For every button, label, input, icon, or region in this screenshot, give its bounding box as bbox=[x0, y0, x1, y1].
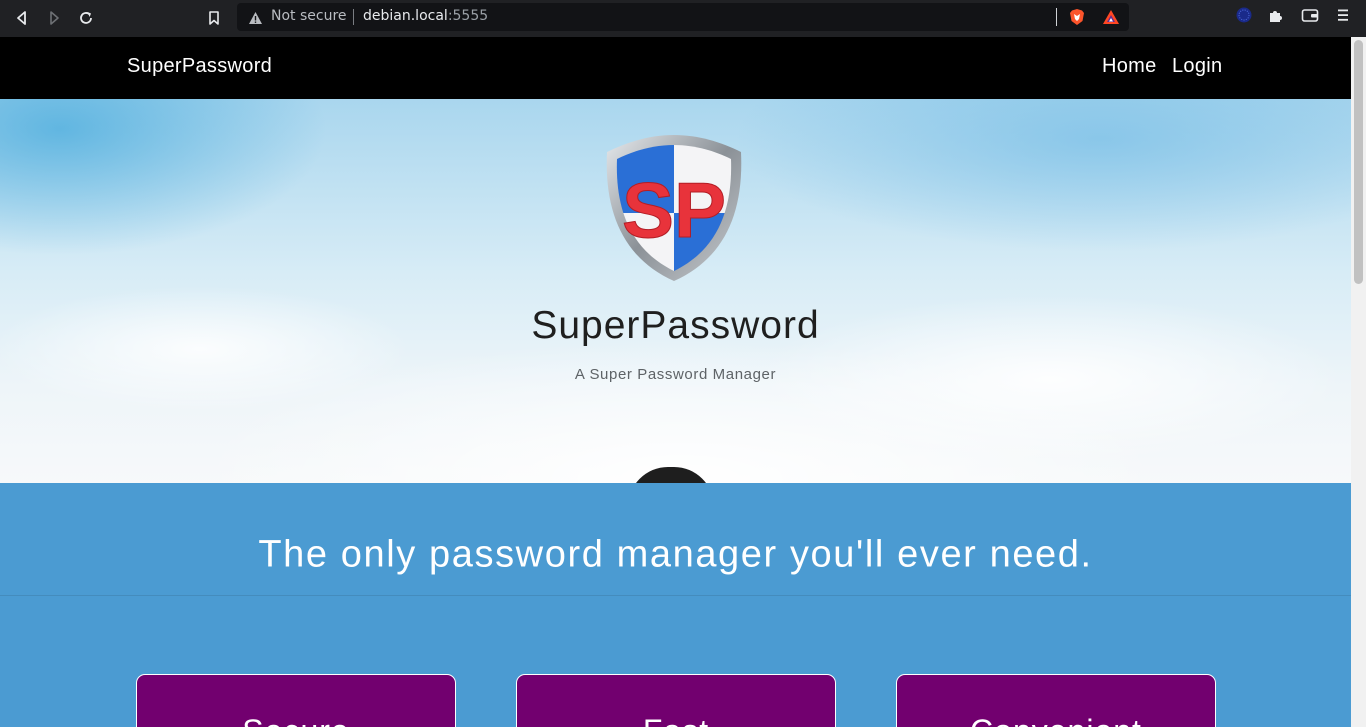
divider bbox=[353, 9, 354, 25]
bookmark-icon[interactable] bbox=[201, 6, 227, 30]
divider bbox=[1056, 8, 1057, 26]
warning-icon[interactable] bbox=[248, 10, 263, 29]
scrollbar-thumb[interactable] bbox=[1354, 40, 1363, 284]
superpassword-logo: SP bbox=[606, 135, 742, 281]
back-icon[interactable] bbox=[9, 6, 35, 30]
page-scrollbar[interactable] bbox=[1351, 37, 1366, 727]
brand-link[interactable]: SuperPassword bbox=[127, 55, 272, 78]
url-port: :5555 bbox=[447, 8, 489, 24]
url-text[interactable]: debian.local:5555 bbox=[363, 8, 488, 24]
tagline-band: The only password manager you'll ever ne… bbox=[0, 483, 1351, 596]
logo-text: SP bbox=[622, 166, 726, 254]
nav-link-login[interactable]: Login bbox=[1172, 55, 1222, 78]
menu-icon[interactable] bbox=[1337, 7, 1349, 27]
hero-section: SP SuperPassword A Super Password Manage… bbox=[0, 99, 1351, 483]
feature-card-title: Fast bbox=[517, 713, 835, 727]
feature-card-convenient: Convenient bbox=[896, 674, 1216, 727]
address-bar[interactable]: Not secure debian.local:5555 bbox=[237, 3, 1129, 31]
site-navbar: SuperPassword Home Login bbox=[0, 37, 1351, 99]
feature-card-title: Secure bbox=[137, 713, 455, 727]
hero-subtitle: A Super Password Manager bbox=[574, 366, 777, 383]
feature-card-title: Convenient bbox=[897, 713, 1215, 727]
reload-icon[interactable] bbox=[73, 6, 99, 30]
features-section: Secure Fast Convenient bbox=[0, 596, 1351, 727]
tagline: The only password manager you'll ever ne… bbox=[258, 533, 1093, 576]
brave-rewards-icon[interactable] bbox=[1102, 9, 1120, 29]
feature-card-secure: Secure bbox=[136, 674, 456, 727]
browser-toolbar: Not secure debian.local:5555 bbox=[0, 0, 1366, 37]
hero-image-figure bbox=[628, 467, 714, 483]
profile-icon[interactable] bbox=[1236, 7, 1252, 27]
forward-icon[interactable] bbox=[41, 6, 67, 30]
url-host: debian.local bbox=[363, 8, 448, 24]
feature-card-fast: Fast bbox=[516, 674, 836, 727]
wallet-icon[interactable] bbox=[1301, 7, 1319, 27]
extensions-icon[interactable] bbox=[1268, 7, 1284, 27]
brave-shields-icon[interactable] bbox=[1069, 8, 1085, 30]
nav-link-home[interactable]: Home bbox=[1102, 55, 1157, 78]
security-status[interactable]: Not secure bbox=[271, 8, 347, 24]
hero-title: SuperPassword bbox=[531, 304, 820, 347]
